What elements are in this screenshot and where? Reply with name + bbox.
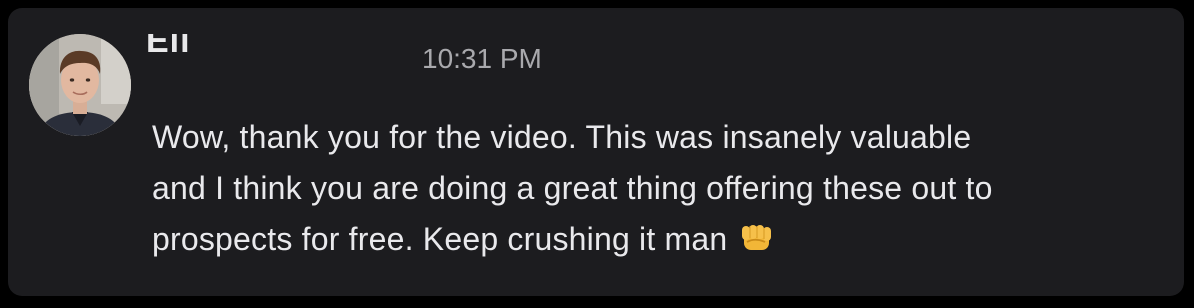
- fist-bump-emoji-icon: [739, 218, 775, 250]
- avatar[interactable]: [29, 34, 131, 136]
- sender-name-area: Eli: [146, 34, 396, 60]
- message-line: and I think you are doing a great thing …: [152, 170, 993, 206]
- message-line-text: prospects for free. Keep crushing it man: [152, 221, 728, 257]
- message-body: Wow, thank you for the video. This was i…: [152, 112, 1162, 265]
- message-card: Eli 10:31 PM Wow, thank you for the vide…: [8, 8, 1184, 296]
- sender-name[interactable]: Eli: [146, 34, 191, 60]
- message-line: Wow, thank you for the video. This was i…: [152, 119, 972, 155]
- message-line-last: prospects for free. Keep crushing it man: [152, 214, 1162, 265]
- avatar-photo: [29, 34, 131, 136]
- message-timestamp: 10:31 PM: [422, 43, 542, 74]
